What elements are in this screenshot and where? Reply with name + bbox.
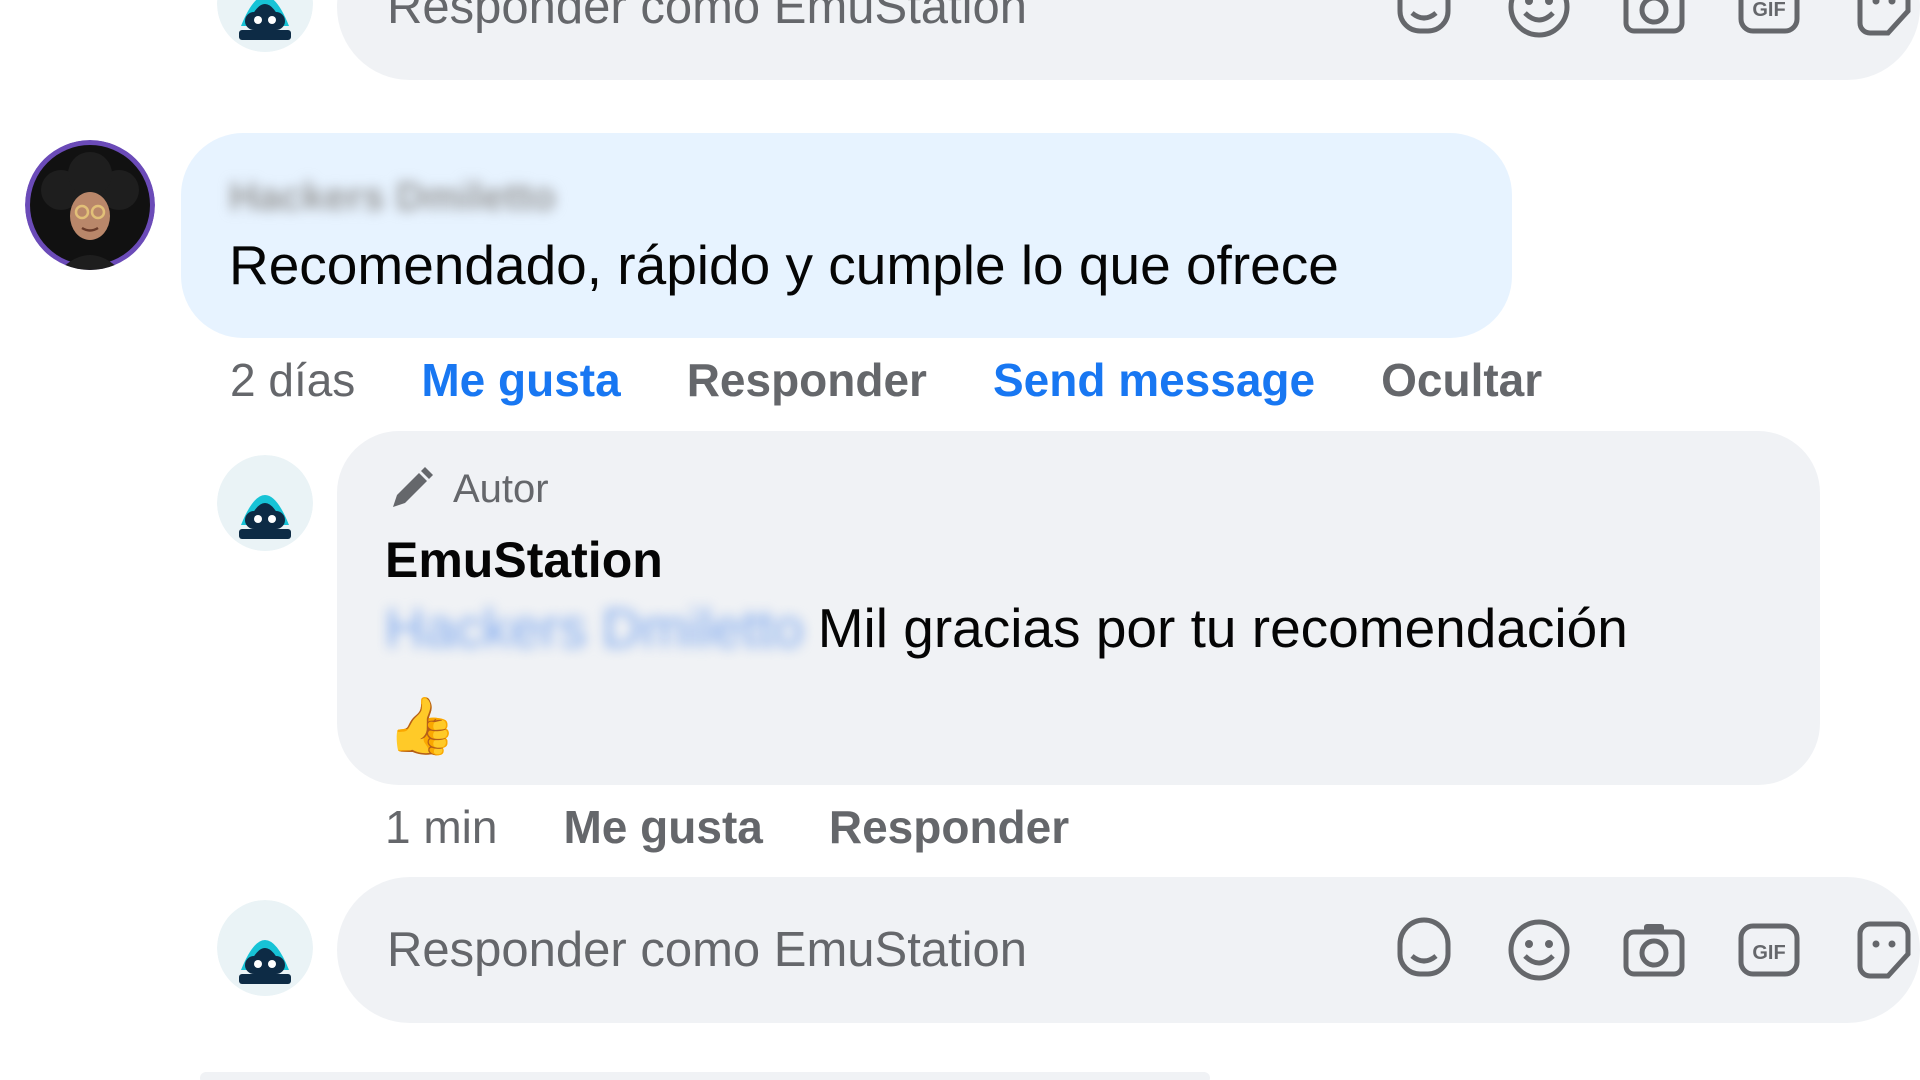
reply-text-line: Hackers Dmiletto Mil gracias por tu recom…	[385, 596, 1628, 660]
sticker-icon[interactable]	[1848, 914, 1920, 986]
comment-text: Recomendado, rápido y cumple lo que ofre…	[229, 234, 1339, 296]
reply-icons: GIF	[1345, 0, 1920, 80]
gif-icon[interactable]: GIF	[1733, 914, 1805, 986]
reply-actions: 1 min Me gusta Responder	[385, 800, 1135, 854]
author-badge: Autor	[385, 463, 549, 515]
reply-text: Mil gracias por tu recomendación	[817, 597, 1628, 659]
reply-author-name[interactable]: EmuStation	[385, 531, 663, 589]
emoji-icon[interactable]	[1503, 0, 1575, 43]
mention-link[interactable]: Hackers Dmiletto	[385, 597, 804, 659]
reply-bubble: Autor EmuStation Hackers Dmiletto Mil gra…	[337, 431, 1820, 785]
comment-bubble: Hackers Dmiletto Recomendado, rápido y c…	[181, 133, 1512, 338]
avatar-sticker-icon[interactable]	[1388, 0, 1460, 43]
comment-timestamp[interactable]: 2 días	[230, 353, 355, 407]
pencil-icon	[393, 467, 433, 507]
emoji-icon[interactable]	[1503, 914, 1575, 986]
reply-input-top[interactable]: Responder como EmuStation GIF	[337, 0, 1920, 80]
commenter-name[interactable]: Hackers Dmiletto	[229, 175, 556, 220]
reply-timestamp[interactable]: 1 min	[385, 800, 497, 854]
reply-button[interactable]: Responder	[829, 800, 1069, 854]
reply-button[interactable]: Responder	[687, 353, 927, 407]
camera-icon[interactable]	[1618, 914, 1690, 986]
reply-icons: GIF	[1345, 877, 1920, 1023]
like-button[interactable]: Me gusta	[563, 800, 762, 854]
emustation-avatar[interactable]	[217, 900, 313, 996]
emustation-avatar[interactable]	[217, 0, 313, 52]
comment-thread: Responder como EmuStation GIF Hackers Dm…	[0, 0, 1920, 1080]
comment-actions: 2 días Me gusta Responder Send message O…	[230, 353, 1608, 407]
hide-button[interactable]: Ocultar	[1381, 353, 1542, 407]
reply-placeholder: Responder como EmuStation	[387, 923, 1028, 977]
commenter-avatar[interactable]	[25, 140, 155, 270]
camera-icon[interactable]	[1618, 0, 1690, 43]
send-message-button[interactable]: Send message	[993, 353, 1315, 407]
reply-input-bottom[interactable]: Responder como EmuStation GIF	[337, 877, 1920, 1023]
avatar-sticker-icon[interactable]	[1388, 914, 1460, 986]
svg-text:GIF: GIF	[1752, 0, 1785, 21]
sticker-icon[interactable]	[1848, 0, 1920, 43]
author-badge-label: Autor	[453, 466, 549, 511]
svg-text:GIF: GIF	[1752, 942, 1785, 964]
like-button[interactable]: Me gusta	[421, 353, 620, 407]
gif-icon[interactable]: GIF	[1733, 0, 1805, 43]
thumbs-up-icon: 👍	[387, 694, 457, 757]
reply-placeholder: Responder como EmuStation	[387, 0, 1028, 34]
emustation-avatar[interactable]	[217, 455, 313, 551]
next-comment-edge	[200, 1072, 1210, 1080]
